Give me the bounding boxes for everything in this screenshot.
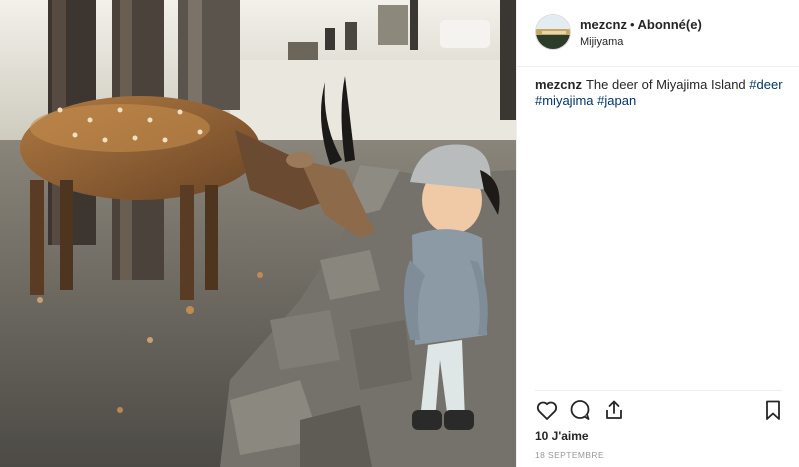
location-link[interactable]: Mijiyama	[580, 35, 623, 49]
post-photo[interactable]	[0, 0, 516, 467]
bookmark-icon[interactable]	[761, 398, 785, 422]
post-side-panel: mezcnz • Abonné(e) Mijiyama mezcnz The deer…	[516, 0, 799, 467]
hashtag-japan[interactable]: #japan	[597, 93, 636, 108]
avatar[interactable]	[535, 14, 571, 50]
actions-divider	[535, 390, 782, 391]
caption-username[interactable]: mezcnz	[535, 77, 582, 92]
header-title-line: mezcnz • Abonné(e)	[580, 17, 702, 33]
comment-icon[interactable]	[568, 398, 592, 422]
instagram-post: mezcnz • Abonné(e) Mijiyama mezcnz The deer…	[0, 0, 799, 467]
header-username[interactable]: mezcnz	[580, 17, 627, 32]
follow-status-button[interactable]: Abonné(e)	[638, 17, 702, 32]
hashtag-deer[interactable]: #deer	[749, 77, 782, 92]
caption-text: The deer of Miyajima Island	[585, 77, 746, 92]
avatar-image	[536, 15, 570, 49]
post-caption: mezcnz The deer of Miyajima Island #deer …	[535, 77, 785, 109]
share-icon[interactable]	[602, 398, 626, 422]
likes-count[interactable]: 10 J'aime	[535, 429, 589, 443]
post-actions	[535, 398, 785, 424]
post-header: mezcnz • Abonné(e) Mijiyama	[517, 0, 799, 67]
header-separator: •	[629, 17, 635, 32]
hashtag-miyajima[interactable]: #miyajima	[535, 93, 594, 108]
heart-icon[interactable]	[535, 398, 559, 422]
post-date[interactable]: 18 SEPTEMBRE	[535, 450, 604, 460]
post-photo-illustration	[0, 0, 516, 467]
